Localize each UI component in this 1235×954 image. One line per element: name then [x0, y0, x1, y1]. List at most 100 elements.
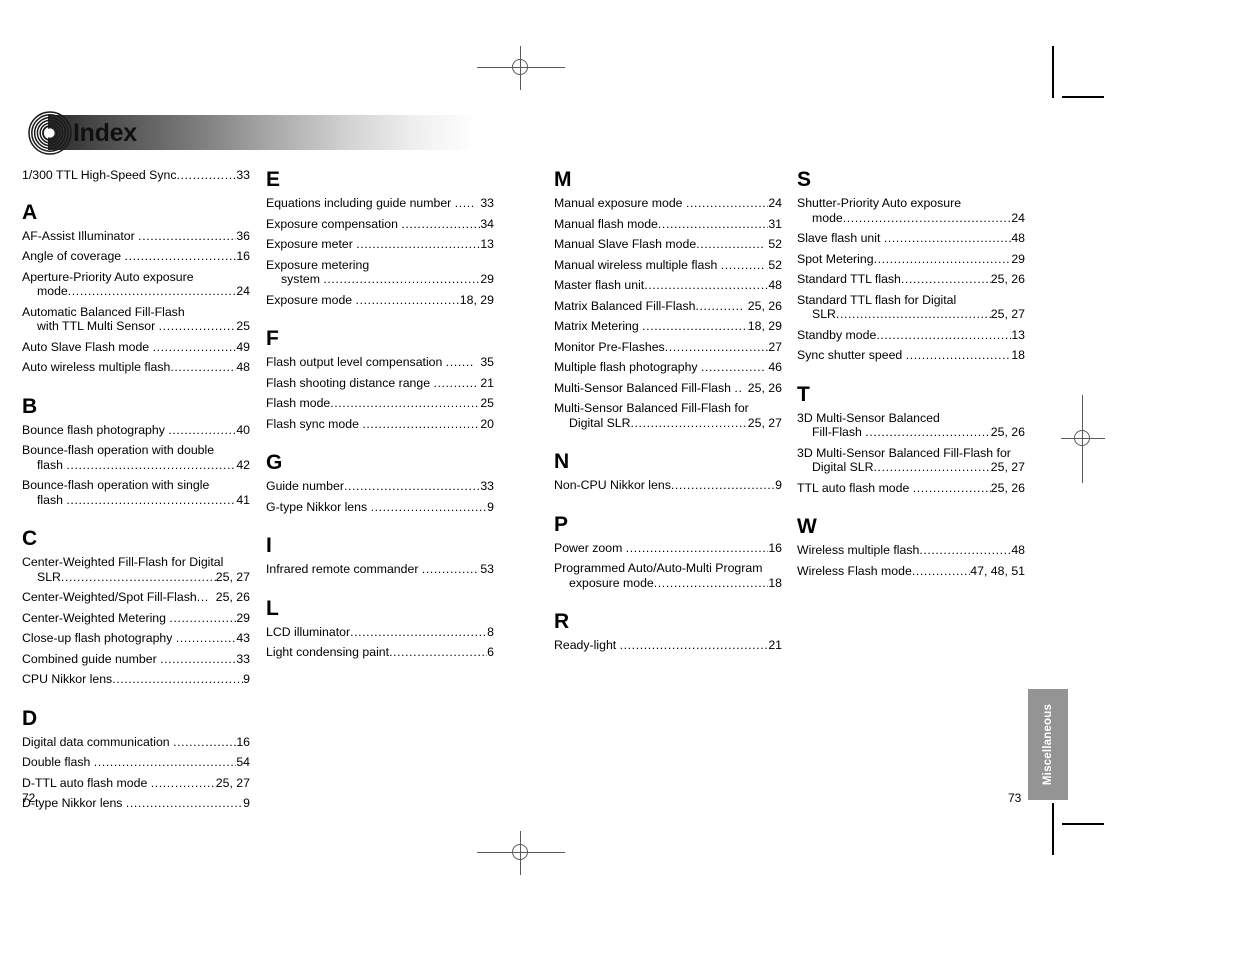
index-entry-leader-dots: ........................................…	[66, 492, 237, 507]
index-entry-page-number: 24	[768, 196, 782, 210]
index-entry-line: Angle of coverage ......................…	[22, 249, 250, 264]
index-section-P: P Power zoom ............................…	[554, 513, 782, 591]
index-entry-text: Wireless Flash mode	[797, 563, 912, 578]
index-entry-leader-dots: .........................	[919, 543, 1012, 557]
index-entry-line: Manual Slave Flash mode.................…	[554, 237, 782, 252]
index-entry-page-number: 25, 26	[990, 272, 1025, 286]
index-entry-text: SLR	[812, 307, 836, 321]
index-entry-text: 1/300 TTL High-Speed Sync	[22, 168, 177, 182]
index-entry-line: Slave flash unit .......................…	[797, 231, 1025, 246]
index-entry: Close-up flash photography .............…	[22, 631, 250, 646]
index-entry: Exposure compensation ..................…	[266, 217, 494, 232]
column-3: M Manual exposure mode ..................…	[554, 168, 782, 659]
index-entry: AF-Assist Illuminator ..................…	[22, 229, 250, 244]
page-header-banner: Index	[14, 111, 476, 155]
index-entry: Angle of coverage ......................…	[22, 249, 250, 264]
index-entry-page-number: 18, 29	[747, 319, 782, 333]
index-entry: Spot Metering...........................…	[797, 252, 1025, 267]
index-entry: Manual flash mode.......................…	[554, 217, 782, 232]
index-section-letter: T	[797, 382, 810, 406]
index-entry-leader-dots: .............................	[653, 575, 769, 590]
index-entry-line: Wireless Flash mode............... 47, 48…	[797, 564, 1025, 579]
index-entry-page-number: 13	[1011, 327, 1025, 342]
index-entry-line: Exposure mode ..........................…	[266, 293, 494, 308]
index-entry-leader-dots: ................................	[125, 796, 244, 810]
index-entry: Infrared remote commander ..............…	[266, 562, 494, 577]
index-entry: D-type Nikkor lens .....................…	[22, 796, 250, 811]
index-entry-text: Automatic Balanced Fill-Flash	[22, 304, 185, 319]
index-entry: 1/300 TTL High-Speed Sync...............…	[22, 168, 250, 183]
index-entry-page-number: 29	[480, 272, 494, 286]
index-entry-text: 3D Multi-Sensor Balanced	[797, 410, 940, 425]
index-section-L: L LCD illuminator........................…	[266, 597, 494, 660]
index-entry-line: Manual flash mode.......................…	[554, 217, 782, 232]
index-entry-text: Monitor Pre-Flashes	[554, 339, 665, 354]
index-entry-leader-dots: ...........................	[355, 292, 460, 307]
index-entry: Standby mode............................…	[797, 328, 1025, 343]
index-entry-line: Aperture-Priority Auto exposure	[22, 270, 250, 285]
index-entry-text: system	[281, 272, 324, 286]
index-entry-line: Equations including guide number ..... 33	[266, 196, 494, 211]
index-entry-leader-dots: ....................	[401, 216, 481, 231]
index-entry-page-number: 25, 27	[215, 569, 250, 584]
index-entry-leader-dots: ...............................	[124, 249, 237, 263]
index-entry: Non-CPU Nikkor lens.....................…	[554, 478, 782, 493]
index-entry-page-number: 25, 27	[990, 460, 1025, 474]
index-section-S: S Shutter-Priority Auto exposure mode.....…	[797, 168, 1025, 363]
index-entry-page-number: 33	[480, 479, 494, 493]
index-entry: TTL auto flash mode ....................…	[797, 481, 1025, 496]
index-entry-line: Programmed Auto/Auto-Multi Program	[554, 561, 782, 576]
index-entry-leader-dots: ................	[700, 360, 766, 374]
index-entry-line: mode....................................…	[797, 211, 1025, 226]
index-entry: Guide number............................…	[266, 479, 494, 494]
registration-circle	[512, 59, 528, 75]
index-entry-text: Flash shooting distance range	[266, 375, 434, 390]
index-entry-page-number: 40	[236, 422, 250, 437]
index-entry-line: Ready-light ............................…	[554, 638, 782, 653]
index-entry: Bounce-flash operation with double flash …	[22, 443, 250, 472]
index-entry-text: LCD illuminator	[266, 624, 351, 639]
index-entry: Center-Weighted/Spot Fill-Flash... 25, 26	[22, 590, 250, 605]
index-entry-page-number: 31	[768, 216, 782, 231]
index-entry: Matrix Metering ........................…	[554, 319, 782, 334]
index-entry: Standard TTL flash for Digital SLR.......…	[797, 293, 1025, 322]
index-entry-leader-dots: ........................................…	[60, 569, 216, 584]
index-entry-text: Infrared remote commander	[266, 562, 422, 576]
index-entry-leader-dots: ...................................	[356, 237, 480, 251]
index-entry-leader-dots: ..	[734, 380, 743, 395]
index-entry-leader-dots: ...........................	[670, 478, 776, 492]
index-entry-page-number: 16	[236, 249, 250, 263]
index-entry-leader-dots: ....................................	[112, 672, 244, 686]
index-entry-line: Manual exposure mode ...................…	[554, 196, 782, 211]
index-section-letter: L	[266, 596, 279, 620]
index-section-letter: B	[22, 394, 38, 418]
index-entry-leader-dots: ......................................	[350, 624, 487, 639]
index-entry: Master flash unit.......................…	[554, 278, 782, 293]
index-entry-text: Multi-Sensor Balanced Fill-Flash for	[554, 401, 749, 415]
index-entry-line: Standard TTL flash......................…	[797, 272, 1025, 287]
index-entry-page-number: 24	[1011, 210, 1025, 225]
index-entry-page-number: 20	[480, 416, 494, 431]
index-entry-text: flash	[37, 457, 67, 472]
index-entry-line: Bounce flash photography ...............…	[22, 423, 250, 438]
index-entry-text: Sync shutter speed	[797, 348, 906, 362]
index-entry-line: Non-CPU Nikkor lens.....................…	[554, 478, 782, 493]
index-entry-page-number: 9	[487, 499, 494, 514]
index-section-A: A AF-Assist Illuminator .................…	[22, 201, 250, 375]
index-entry-leader-dots: ...............	[176, 168, 237, 182]
index-entry-leader-dots: ...................	[160, 651, 237, 666]
index-entry-text: with TTL Multi Sensor	[37, 319, 159, 333]
index-entry-leader-dots: .......................................	[873, 251, 1012, 266]
registration-circle	[512, 844, 528, 860]
section-thumb-tab-label: Miscellaneous	[1042, 703, 1054, 786]
index-entry-leader-dots: .......................	[900, 272, 991, 286]
index-entry-page-number: 34	[480, 216, 494, 231]
index-entry-leader-dots: ........................................…	[66, 457, 237, 472]
index-entry-page-number: 48	[768, 278, 782, 292]
index-entry: Shutter-Priority Auto exposure mode......…	[797, 196, 1025, 225]
index-entry-page-number: 9	[775, 478, 782, 492]
index-section-letter: A	[22, 200, 38, 224]
crop-mark-bottom-right-vertical	[1052, 803, 1054, 855]
index-entry-leader-dots: .................	[696, 237, 765, 251]
index-entry-text: Auto wireless multiple flash	[22, 360, 171, 374]
